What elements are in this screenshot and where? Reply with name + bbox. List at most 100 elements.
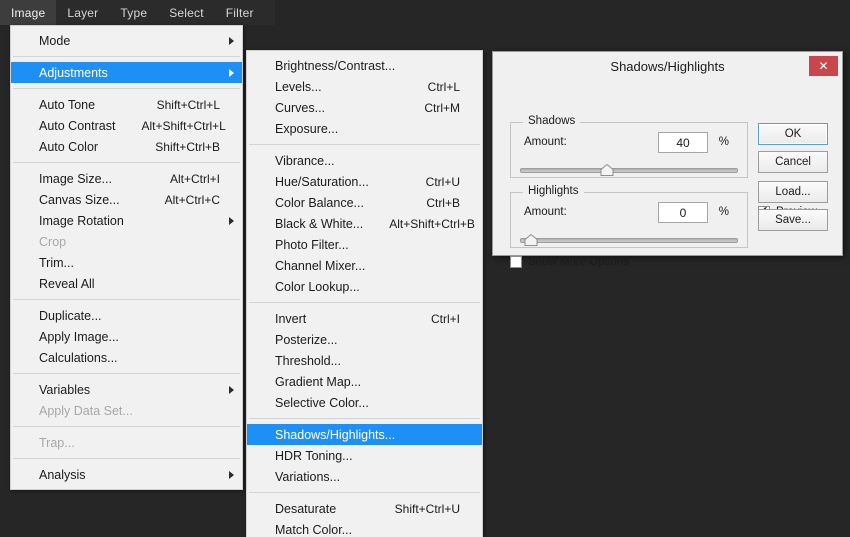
menu-item-auto-tone[interactable]: Auto Tone Shift+Ctrl+L bbox=[11, 94, 242, 115]
menu-item-label: Match Color... bbox=[275, 522, 353, 537]
menu-separator bbox=[249, 302, 480, 303]
menu-item-match-color[interactable]: Match Color... bbox=[247, 519, 482, 537]
menu-separator bbox=[13, 458, 240, 459]
menubar-item-layer[interactable]: Layer bbox=[56, 0, 109, 25]
cancel-button[interactable]: Cancel bbox=[758, 151, 828, 173]
menu-item-threshold[interactable]: Threshold... bbox=[247, 350, 482, 371]
submenu-arrow-icon bbox=[229, 36, 234, 45]
menu-item-label: Invert bbox=[275, 311, 307, 326]
menu-item-duplicate[interactable]: Duplicate... bbox=[11, 305, 242, 326]
checkbox-icon[interactable] bbox=[510, 256, 522, 268]
shadows-amount-input[interactable]: 40 bbox=[658, 132, 708, 153]
menu-item-shortcut: Ctrl+U bbox=[425, 174, 460, 189]
ok-button[interactable]: OK bbox=[758, 123, 828, 145]
menu-item-label: Photo Filter... bbox=[275, 237, 349, 252]
menu-item-color-lookup[interactable]: Color Lookup... bbox=[247, 276, 482, 297]
menu-separator bbox=[13, 88, 240, 89]
shadows-group-legend: Shadows bbox=[523, 115, 581, 127]
menu-item-label: Threshold... bbox=[275, 353, 342, 368]
menu-separator bbox=[13, 56, 240, 57]
menu-item-shortcut: Ctrl+B bbox=[426, 195, 460, 210]
menu-item-shortcut: Alt+Ctrl+C bbox=[164, 192, 220, 207]
menu-item-hdr-toning[interactable]: HDR Toning... bbox=[247, 445, 482, 466]
menu-separator bbox=[13, 426, 240, 427]
menu-item-label: Brightness/Contrast... bbox=[275, 58, 396, 73]
menu-item-selective-color[interactable]: Selective Color... bbox=[247, 392, 482, 413]
highlights-group-legend: Highlights bbox=[523, 185, 584, 197]
menu-item-reveal-all[interactable]: Reveal All bbox=[11, 273, 242, 294]
menu-item-vibrance[interactable]: Vibrance... bbox=[247, 150, 482, 171]
menu-item-adjustments[interactable]: Adjustments bbox=[11, 62, 242, 83]
menu-separator bbox=[249, 144, 480, 145]
menu-item-label: Calculations... bbox=[39, 350, 118, 365]
menu-item-label: Analysis bbox=[39, 467, 86, 482]
dialog-title: Shadows/Highlights bbox=[610, 58, 725, 74]
menu-item-brightness-contrast[interactable]: Brightness/Contrast... bbox=[247, 55, 482, 76]
menu-item-curves[interactable]: Curves... Ctrl+M bbox=[247, 97, 482, 118]
menu-item-auto-color[interactable]: Auto Color Shift+Ctrl+B bbox=[11, 136, 242, 157]
shadows-amount-unit: % bbox=[718, 136, 729, 148]
load-button[interactable]: Load... bbox=[758, 181, 828, 203]
menubar-item-type[interactable]: Type bbox=[109, 0, 158, 25]
menu-item-analysis[interactable]: Analysis bbox=[11, 464, 242, 485]
menubar-item-label: Filter bbox=[225, 5, 254, 20]
menu-item-calculations[interactable]: Calculations... bbox=[11, 347, 242, 368]
menu-item-image-rotation[interactable]: Image Rotation bbox=[11, 210, 242, 231]
submenu-arrow-icon bbox=[229, 470, 234, 479]
menu-item-channel-mixer[interactable]: Channel Mixer... bbox=[247, 255, 482, 276]
menu-item-photo-filter[interactable]: Photo Filter... bbox=[247, 234, 482, 255]
close-icon[interactable]: ✕ bbox=[809, 56, 838, 76]
menu-item-label: Curves... bbox=[275, 100, 326, 115]
menu-item-desaturate[interactable]: Desaturate Shift+Ctrl+U bbox=[247, 498, 482, 519]
shadows-slider-thumb[interactable] bbox=[600, 164, 614, 176]
menubar-item-select[interactable]: Select bbox=[158, 0, 215, 25]
menu-item-gradient-map[interactable]: Gradient Map... bbox=[247, 371, 482, 392]
menu-item-auto-contrast[interactable]: Auto Contrast Alt+Shift+Ctrl+L bbox=[11, 115, 242, 136]
dialog-titlebar[interactable]: Shadows/Highlights ✕ bbox=[493, 52, 842, 80]
menu-item-apply-image[interactable]: Apply Image... bbox=[11, 326, 242, 347]
shadows-amount-label: Amount: bbox=[524, 136, 567, 148]
menu-item-variations[interactable]: Variations... bbox=[247, 466, 482, 487]
menu-item-label: Desaturate bbox=[275, 501, 337, 516]
menu-item-apply-data-set: Apply Data Set... bbox=[11, 400, 242, 421]
menu-item-color-balance[interactable]: Color Balance... Ctrl+B bbox=[247, 192, 482, 213]
show-more-options-checkbox[interactable]: Show More Options bbox=[510, 256, 629, 268]
menu-item-shortcut: Ctrl+I bbox=[430, 311, 460, 326]
submenu-arrow-icon bbox=[229, 68, 234, 77]
save-button[interactable]: Save... bbox=[758, 209, 828, 231]
menubar-item-label: Select bbox=[169, 5, 204, 20]
menu-item-hue-saturation[interactable]: Hue/Saturation... Ctrl+U bbox=[247, 171, 482, 192]
dialog-body: Shadows Amount: 40 % Highlights Amount: bbox=[493, 80, 842, 268]
menu-item-image-size[interactable]: Image Size... Alt+Ctrl+I bbox=[11, 168, 242, 189]
menubar-item-image[interactable]: Image bbox=[0, 0, 57, 25]
menu-item-variables[interactable]: Variables bbox=[11, 379, 242, 400]
menu-item-mode[interactable]: Mode bbox=[11, 30, 242, 51]
menu-item-levels[interactable]: Levels... Ctrl+L bbox=[247, 76, 482, 97]
adjustments-submenu[interactable]: Brightness/Contrast... Levels... Ctrl+L Cur… bbox=[246, 50, 483, 537]
menubar-item-label: Type bbox=[120, 5, 148, 20]
menu-item-posterize[interactable]: Posterize... bbox=[247, 329, 482, 350]
menu-item-canvas-size[interactable]: Canvas Size... Alt+Ctrl+C bbox=[11, 189, 242, 210]
menu-item-black-white[interactable]: Black & White... Alt+Shift+Ctrl+B bbox=[247, 213, 482, 234]
submenu-arrow-icon bbox=[229, 385, 234, 394]
highlights-amount-slider[interactable] bbox=[520, 234, 738, 246]
menu-item-shortcut: Alt+Ctrl+I bbox=[169, 171, 220, 186]
menu-item-shadows-highlights[interactable]: Shadows/Highlights... bbox=[247, 424, 482, 445]
menu-item-trim[interactable]: Trim... bbox=[11, 252, 242, 273]
menu-item-exposure[interactable]: Exposure... bbox=[247, 118, 482, 139]
shadows-amount-slider[interactable] bbox=[520, 164, 738, 176]
highlights-slider-track[interactable] bbox=[520, 238, 738, 243]
menubar-item-filter[interactable]: Filter bbox=[215, 0, 265, 25]
image-menu-dropdown[interactable]: Mode Adjustments Auto Tone Shift+Ctrl+L Auto… bbox=[10, 25, 243, 490]
shadows-slider-track[interactable] bbox=[520, 168, 738, 173]
menu-item-label: Levels... bbox=[275, 79, 322, 94]
menu-item-label: Black & White... bbox=[275, 216, 364, 231]
highlights-amount-input[interactable]: 0 bbox=[658, 202, 708, 223]
menu-item-label: Vibrance... bbox=[275, 153, 335, 168]
menu-item-label: Selective Color... bbox=[275, 395, 369, 410]
menu-item-label: Reveal All bbox=[39, 276, 95, 291]
highlights-slider-thumb[interactable] bbox=[524, 234, 538, 246]
menu-item-label: Trap... bbox=[39, 435, 75, 450]
menu-item-invert[interactable]: Invert Ctrl+I bbox=[247, 308, 482, 329]
menu-item-label: Auto Tone bbox=[39, 97, 96, 112]
